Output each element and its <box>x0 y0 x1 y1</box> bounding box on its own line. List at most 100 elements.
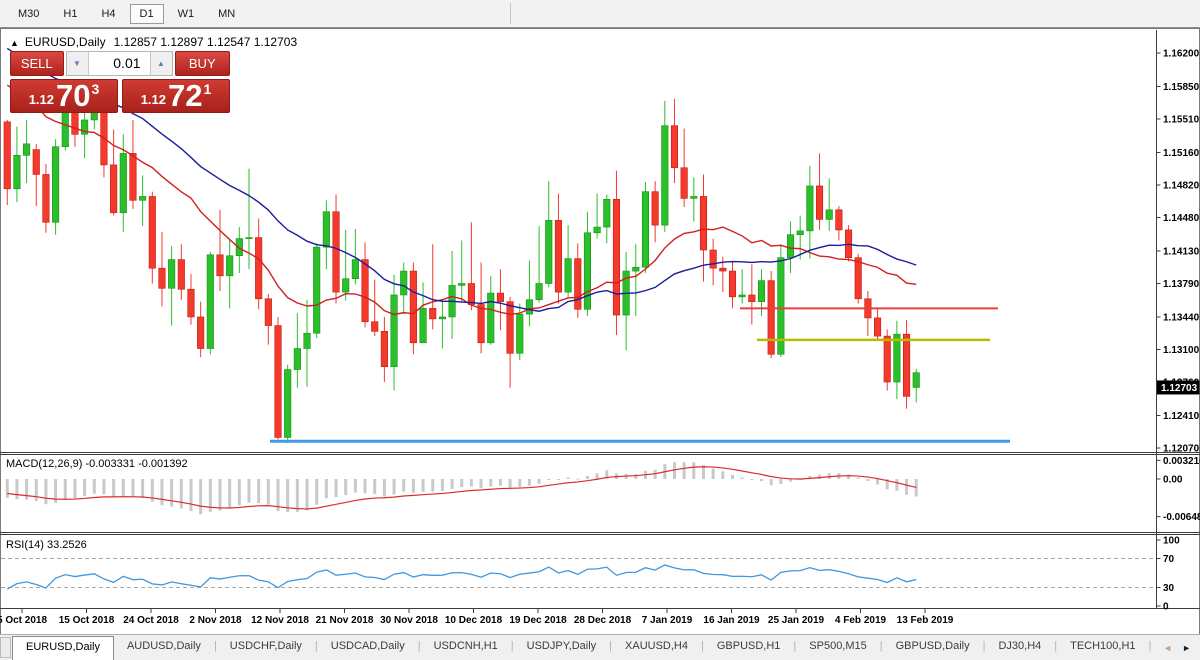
candle <box>661 100 669 232</box>
chart-tab-usdchf-daily[interactable]: USDCHF,Daily <box>217 635 315 660</box>
candle <box>400 262 408 315</box>
candle <box>322 200 330 270</box>
axis-label: 4 Feb 2019 <box>835 615 887 626</box>
volume-decrease-icon[interactable]: ▼ <box>66 52 89 75</box>
axis-label: 0.00 <box>1163 475 1183 486</box>
candle <box>371 279 379 337</box>
candle <box>506 296 514 388</box>
axis-label: 1.13440 <box>1163 312 1200 323</box>
timeframe-button-m30[interactable]: M30 <box>8 4 49 24</box>
axis-label: 0 <box>1163 602 1169 613</box>
volume-stepper: ▼ 0.01 ▲ <box>65 51 173 76</box>
candle <box>525 260 533 327</box>
candle <box>583 211 592 317</box>
candle <box>883 329 891 391</box>
candle <box>641 182 650 273</box>
chart-tab-sp500-m15[interactable]: SP500,M15 <box>796 635 879 660</box>
buy-quote-button[interactable]: 1.12 72 1 <box>122 79 230 113</box>
axis-label: 1.13100 <box>1163 345 1200 356</box>
candle <box>293 313 301 388</box>
tabs-scroll-left-icon[interactable]: ◄ <box>1158 643 1177 653</box>
timeframe-button-h4[interactable]: H4 <box>91 4 125 24</box>
candle <box>52 139 60 235</box>
candle <box>690 177 698 222</box>
chart-tab-gbpusd-daily[interactable]: GBPUSD,Daily <box>883 635 983 660</box>
candle <box>3 119 11 206</box>
candle <box>815 153 824 230</box>
candle <box>390 274 398 391</box>
tabs-scroll-right-icon[interactable]: ► <box>1177 643 1196 653</box>
axis-label: 21 Nov 2018 <box>316 615 374 626</box>
candles-layer <box>3 96 920 444</box>
candle <box>622 251 630 351</box>
sell-quote-button[interactable]: 1.12 70 3 <box>10 79 118 113</box>
timeframe-button-mn[interactable]: MN <box>208 4 245 24</box>
candle <box>825 178 833 231</box>
trade-quotes-row: 1.12 70 3 1.12 72 1 <box>10 79 230 113</box>
chart-tab-tech100-h1[interactable]: TECH100,H1 <box>1057 635 1148 660</box>
timeframe-button-w1[interactable]: W1 <box>168 4 205 24</box>
buy-button[interactable]: BUY <box>174 51 230 76</box>
axis-label: 19 Dec 2018 <box>509 615 567 626</box>
axis-label: 7 Jan 2019 <box>642 615 693 626</box>
tab-strip: EURUSD,Daily AUDUSD,Daily | USDCHF,Daily | US… <box>12 635 1164 660</box>
candle <box>429 244 437 330</box>
candle <box>864 291 872 337</box>
candle <box>680 128 688 207</box>
toolbar-separator <box>510 3 511 24</box>
one-click-trading-panel: SELL ▼ 0.01 ▲ BUY 1.12 70 3 1.12 72 1 <box>10 51 230 113</box>
candle <box>632 244 640 317</box>
axis-label: 13 Feb 2019 <box>897 615 954 626</box>
candle <box>903 319 911 409</box>
macd-indicator-label: MACD(12,26,9) -0.003331 -0.001392 <box>6 458 188 470</box>
chart-tab-usdjpy-daily[interactable]: USDJPY,Daily <box>514 635 610 660</box>
sell-button[interactable]: SELL <box>10 51 64 76</box>
candle <box>32 143 40 207</box>
candle <box>129 119 137 209</box>
candle <box>496 269 504 331</box>
axis-label: 15 Oct 2018 <box>59 615 115 626</box>
tab-bar-stub <box>0 637 11 658</box>
chart-tab-eurusd-daily[interactable]: EURUSD,Daily <box>12 636 114 660</box>
chart-tab-usdcad-daily[interactable]: USDCAD,Daily <box>318 635 418 660</box>
chart-canvas[interactable]: 1.16200 1.15850 1.15510 1.15160 1.14820 1.144… <box>0 28 1200 634</box>
chart-tab-usdcnh-h1[interactable]: USDCNH,H1 <box>421 635 511 660</box>
timeframe-button-h1[interactable]: H1 <box>53 4 87 24</box>
axis-label: 70 <box>1163 554 1175 565</box>
axis-label: 1.12410 <box>1163 411 1200 422</box>
sell-quote-sup: 3 <box>91 81 100 97</box>
volume-input[interactable]: 0.01 <box>88 52 150 75</box>
candle <box>303 299 311 387</box>
axis-label: -0.006485 <box>1163 512 1200 523</box>
candle <box>139 175 147 227</box>
candle <box>593 193 601 239</box>
trade-controls-row: SELL ▼ 0.01 ▲ BUY <box>10 51 230 76</box>
chart-tab-dj30-h4[interactable]: DJ30,H4 <box>985 635 1054 660</box>
buy-quote-prefix: 1.12 <box>140 92 167 107</box>
axis-label: 1.15510 <box>1163 114 1200 125</box>
axis-label: 0.003216 <box>1163 456 1200 467</box>
chart-tab-audusd-daily[interactable]: AUDUSD,Daily <box>114 635 214 660</box>
chart-title-symbol: EURUSD,Daily <box>24 35 106 49</box>
chart-tab-gbpusd-h1[interactable]: GBPUSD,H1 <box>704 635 794 660</box>
candle <box>23 119 31 184</box>
candle <box>612 170 621 336</box>
candle <box>110 129 118 216</box>
candle <box>448 250 456 339</box>
chart-title-ohlc: 1.12857 1.12897 1.12547 1.12703 <box>113 35 298 49</box>
axis-label: 1.14820 <box>1163 180 1200 191</box>
candle <box>748 264 756 325</box>
axis-label: 28 Dec 2018 <box>574 615 632 626</box>
rsi-line <box>6 564 917 590</box>
timeframe-toolbar: M30 H1 H4 D1 W1 MN <box>0 0 1200 28</box>
volume-increase-icon[interactable]: ▲ <box>149 52 172 75</box>
candle <box>255 218 263 310</box>
axis-label: 2 Nov 2018 <box>189 615 242 626</box>
candle <box>81 110 89 159</box>
candle <box>438 301 446 349</box>
candle <box>264 294 272 345</box>
current-price-label: 1.12703 <box>1161 383 1198 394</box>
chart-tab-xauusd-h4[interactable]: XAUUSD,H4 <box>612 635 701 660</box>
timeframe-button-d1[interactable]: D1 <box>129 4 164 24</box>
candle <box>603 194 611 244</box>
